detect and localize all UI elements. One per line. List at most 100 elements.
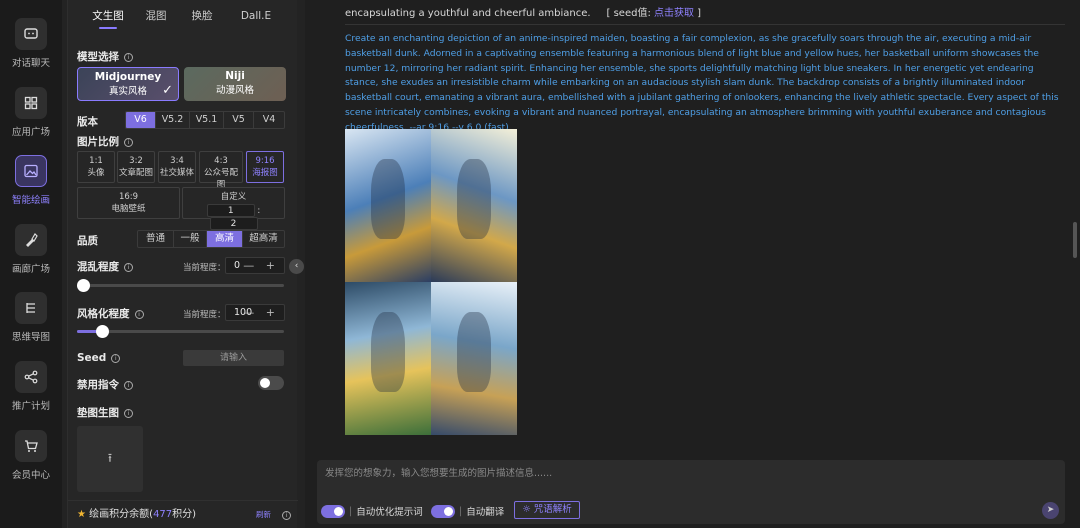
stylize-current-label: 当前程度：	[183, 310, 226, 320]
ratio-option[interactable]: 3:2 文章配图	[117, 151, 155, 183]
info-icon[interactable]: i	[124, 138, 133, 147]
version-section-title: 版本	[77, 116, 98, 128]
rail-label: 应用广场	[11, 127, 50, 138]
custom-height-input[interactable]: 2	[209, 217, 258, 230]
quality-option[interactable]: 高清	[207, 231, 243, 247]
quality-option[interactable]: 一般	[174, 231, 207, 247]
info-icon[interactable]: i	[124, 53, 133, 62]
ban-toggle[interactable]	[258, 376, 284, 390]
info-icon[interactable]: i	[282, 511, 291, 520]
quality-option[interactable]: 超高清	[243, 231, 284, 247]
main-area: encapsulating a youthful and cheerful am…	[305, 0, 1080, 528]
quality-option[interactable]: 普通	[138, 231, 174, 247]
auto-translate-option[interactable]: | 自动翻译	[431, 502, 504, 520]
custom-separator: :	[257, 206, 261, 216]
model-card-midjourney[interactable]: Midjourney 真实风格 ✓	[77, 67, 179, 101]
info-icon[interactable]: i	[124, 263, 133, 272]
option-label: 自动翻译	[466, 507, 505, 518]
info-icon[interactable]: i	[124, 409, 133, 418]
rail-item-chat[interactable]: 对话聊天	[0, 18, 62, 80]
generated-image[interactable]	[345, 282, 431, 435]
ratio-name: 海报图	[252, 168, 278, 178]
chaos-stepper[interactable]: 0— +	[225, 257, 285, 274]
ratio-option-wide[interactable]: 16:9 电脑壁纸	[77, 187, 180, 219]
info-icon[interactable]: i	[124, 381, 133, 390]
prompt-input-area[interactable]: 发挥您的想象力，输入您想要生成的图片描述信息...... | 自动优化提示词 | 自…	[317, 460, 1065, 524]
rail-label: 思维导图	[11, 332, 50, 343]
collapse-panel-button[interactable]: ‹	[289, 259, 304, 274]
slider-knob[interactable]	[77, 279, 90, 292]
ratio-option[interactable]: 1:1 头像	[77, 151, 115, 183]
rail-item-mindmap[interactable]: 思维导图	[0, 292, 62, 354]
chaos-section-title: 混乱程度 i	[77, 259, 133, 274]
prompt-input-placeholder: 发挥您的想象力，输入您想要生成的图片描述信息......	[325, 468, 553, 479]
upload-button[interactable]: ⭱	[77, 426, 143, 492]
version-option[interactable]: V5.2	[156, 112, 190, 128]
ratio-value: 3:2	[129, 156, 143, 166]
auto-translate-toggle[interactable]	[431, 504, 455, 518]
chaos-current-label: 当前程度：	[183, 263, 226, 273]
ratio-value: 3:4	[170, 156, 184, 166]
rail-label: 会员中心	[11, 470, 50, 481]
generated-image[interactable]	[431, 282, 517, 435]
stylize-stepper[interactable]: 100— +	[225, 304, 285, 321]
seed-suffix: ]	[694, 8, 702, 19]
rail-item-member[interactable]: 会员中心	[0, 430, 62, 492]
rail-item-promotion[interactable]: 推广计划	[0, 361, 62, 423]
prompt-text: Create an enchanting depiction of an ani…	[345, 33, 1059, 133]
version-option[interactable]: V6	[126, 112, 156, 128]
refresh-link[interactable]: 刷新	[256, 501, 271, 528]
info-icon[interactable]: i	[134, 310, 144, 319]
divider	[345, 24, 1065, 25]
generated-image-grid[interactable]	[345, 129, 517, 435]
ratio-name: 社交媒体	[159, 168, 194, 178]
points-suffix: 积分)	[172, 509, 197, 520]
version-option[interactable]: V4	[254, 112, 284, 128]
generated-image[interactable]	[431, 129, 517, 282]
seed-section-title: Seed i	[77, 352, 121, 364]
sun-icon: ☼	[522, 504, 531, 515]
auto-optimize-option[interactable]: | 自动优化提示词	[321, 502, 423, 520]
tab-faceswap[interactable]: 换脸	[177, 0, 227, 32]
info-icon[interactable]: i	[111, 354, 121, 363]
stepper-controls[interactable]: — +	[243, 305, 279, 320]
image-icon	[15, 155, 47, 187]
ratio-value: 1:1	[89, 156, 103, 166]
ratio-option[interactable]: 4:3 公众号配图	[199, 151, 243, 190]
tab-blend[interactable]: 混图	[131, 0, 181, 32]
points-number: 477	[153, 509, 173, 520]
check-icon: ✓	[162, 83, 173, 98]
version-option[interactable]: V5	[224, 112, 254, 128]
ratio-option[interactable]: 3:4 社交媒体	[158, 151, 196, 183]
slider-knob[interactable]	[96, 325, 109, 338]
scrollbar[interactable]	[1073, 222, 1077, 258]
stepper-controls[interactable]: — +	[243, 258, 279, 273]
option-label: 自动优化提示词	[356, 507, 423, 518]
seed-input[interactable]: 请输入	[183, 350, 284, 366]
ratio-option-selected[interactable]: 9:16 海报图	[246, 151, 284, 183]
ratio-name: 电脑壁纸	[111, 204, 146, 214]
model-card-niji[interactable]: Niji 动漫风格	[184, 67, 286, 101]
tab-text-to-image[interactable]: 文生图	[83, 0, 133, 32]
rail-item-apps[interactable]: 应用广场	[0, 87, 62, 149]
stylize-slider[interactable]	[77, 325, 284, 338]
ratio-value: 16:9	[118, 192, 139, 202]
custom-width-input[interactable]: 1	[206, 204, 255, 217]
tab-dalle[interactable]: Dall.E	[231, 0, 281, 32]
rail-item-gallery[interactable]: 画廊广场	[0, 224, 62, 286]
upload-icon: ⭱	[107, 450, 113, 465]
pipe-separator: |	[459, 505, 463, 517]
version-option[interactable]: V5.1	[190, 112, 224, 128]
generated-image[interactable]	[345, 129, 431, 282]
brush-icon	[15, 224, 47, 256]
get-seed-link[interactable]: 点击获取	[654, 8, 694, 19]
previous-prompt-tail: encapsulating a youthful and cheerful am…	[345, 4, 701, 19]
star-icon: ★	[77, 509, 86, 520]
chaos-slider[interactable]	[77, 279, 284, 292]
mantra-parse-button[interactable]: ☼ 咒语解析	[514, 501, 580, 519]
rail-label: 画廊广场	[11, 264, 50, 275]
auto-optimize-toggle[interactable]	[321, 504, 345, 518]
send-icon[interactable]: ➤	[1042, 502, 1059, 519]
rail-item-painting[interactable]: 智能绘画	[0, 155, 62, 217]
rail-label: 对话聊天	[11, 58, 50, 69]
